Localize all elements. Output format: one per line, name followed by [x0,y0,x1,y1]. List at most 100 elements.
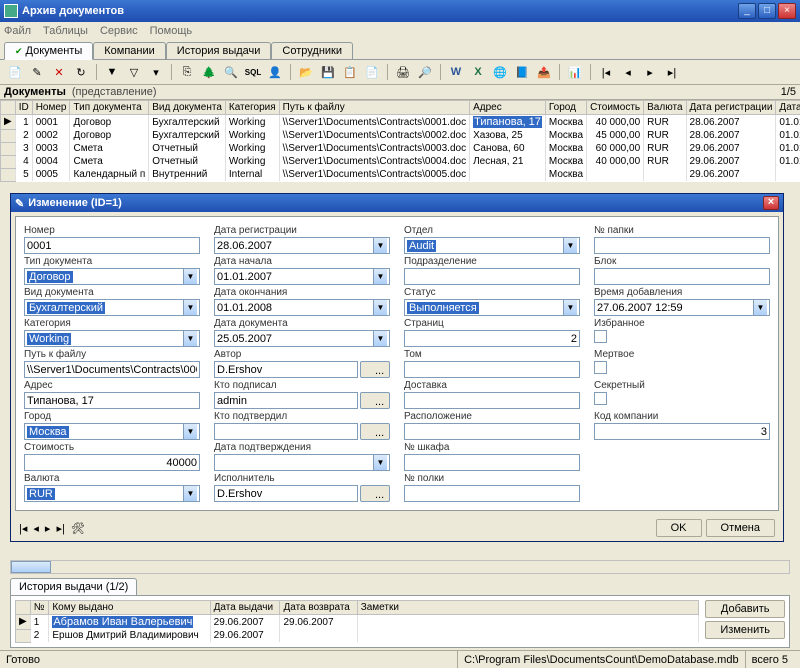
excel-icon[interactable]: X [469,63,487,81]
preview-icon[interactable]: 🔎 [416,63,434,81]
polka-input[interactable] [404,485,580,502]
col-header[interactable]: Стоимость [587,101,644,115]
tab-history[interactable]: История выдачи [166,42,272,59]
type-select[interactable]: Договор▼ [24,268,200,285]
nav-first-icon[interactable]: |◂ [19,522,27,535]
block-input[interactable] [594,268,770,285]
ok-button[interactable]: OK [656,519,702,537]
refresh-icon[interactable]: ↻ [72,63,90,81]
prev-icon[interactable]: ◂ [619,63,637,81]
hist-col[interactable]: Кому выдано [49,601,210,615]
col-header[interactable]: Валюта [644,101,686,115]
table-row[interactable]: 30003СметаОтчетныйWorking\\Server1\Docum… [1,142,800,155]
col-header[interactable]: Номер [32,101,70,115]
nav-last-icon[interactable]: ▸| [56,522,64,535]
delete-icon[interactable]: ✕ [50,63,68,81]
dropdown-icon[interactable]: ▼ [183,424,197,439]
nav-prev-icon[interactable]: ◂ [33,522,39,535]
menu-help[interactable]: Помощь [150,25,193,37]
status-select[interactable]: Выполняется▼ [404,299,580,316]
word-icon[interactable]: W [447,63,465,81]
reg-select[interactable]: 28.06.2007▼ [214,237,390,254]
menu-file[interactable]: Файл [4,25,31,37]
table-row[interactable]: ▶10001ДоговорБухгалтерскийWorking\\Serve… [1,115,800,130]
nav-next-icon[interactable]: ▸ [45,522,51,535]
cost-input[interactable] [24,454,200,471]
secret-checkbox[interactable] [594,392,607,405]
edit-button[interactable]: Изменить [705,621,785,639]
hist-col[interactable]: Заметки [357,601,699,615]
dropdown-icon[interactable]: ▼ [563,300,577,315]
location-input[interactable] [404,423,580,440]
copy2-icon[interactable]: 📋 [341,63,359,81]
col-header[interactable]: Категория [225,101,279,115]
col-header[interactable]: Адрес [470,101,546,115]
dialog-close-icon[interactable]: × [763,196,779,210]
edit-icon[interactable]: ✎ [28,63,46,81]
hist-col[interactable]: Дата возврата [280,601,357,615]
dropdown-icon[interactable]: ▼ [373,269,387,284]
export-icon[interactable]: 📤 [535,63,553,81]
close-button[interactable]: × [778,3,796,19]
delivery-input[interactable] [404,392,580,409]
last-icon[interactable]: ▸| [663,63,681,81]
user-icon[interactable]: 👤 [266,63,284,81]
dropdown-icon[interactable]: ▼ [183,269,197,284]
hscrollbar[interactable] [10,560,790,574]
history-row[interactable]: 2Ершов Дмитрий Владимирович29.06.2007 [16,629,699,642]
author-input[interactable] [214,361,358,378]
col-header[interactable]: Город [545,101,586,115]
nav-tools-icon[interactable]: 🛠 [71,522,85,535]
history-tab[interactable]: История выдачи (1/2) [10,578,137,595]
tom-input[interactable] [404,361,580,378]
dropdown-icon[interactable]: ▼ [373,238,387,253]
documents-grid[interactable]: IDНомерТип документаВид документаКатегор… [0,100,800,182]
table-row[interactable]: 40004СметаОтчетныйWorking\\Server1\Docum… [1,155,800,168]
add-button[interactable]: Добавить [705,600,785,618]
table-row[interactable]: 20002ДоговорБухгалтерскийWorking\\Server… [1,129,800,142]
dropdown-icon[interactable]: ▼ [753,300,767,315]
new-icon[interactable]: 📄 [6,63,24,81]
dead-checkbox[interactable] [594,361,607,374]
confdate-select[interactable]: ▼ [214,454,390,471]
addr-input[interactable] [24,392,200,409]
kind-select[interactable]: Бухгалтерский▼ [24,299,200,316]
col-header[interactable]: Путь к файлу [279,101,469,115]
shelf-input[interactable] [404,454,580,471]
author-browse-button[interactable]: ... [360,361,390,378]
signed-browse-button[interactable]: ... [360,392,390,409]
tab-employees[interactable]: Сотрудники [271,42,353,59]
tab-companies[interactable]: Компании [93,42,166,59]
filter2-icon[interactable]: ▽ [125,63,143,81]
copy-icon[interactable]: ⎘ [178,63,196,81]
col-header[interactable]: Тип документа [70,101,149,115]
dropdown-icon[interactable]: ▼ [373,455,387,470]
exec-browse-button[interactable]: ... [360,485,390,502]
history-grid[interactable]: №Кому выданоДата выдачиДата возвратаЗаме… [15,600,699,643]
save-icon[interactable]: 💾 [319,63,337,81]
dropdown-icon[interactable]: ▼ [373,331,387,346]
html-icon[interactable]: 🌐 [491,63,509,81]
exec-input[interactable] [214,485,358,502]
first-icon[interactable]: |◂ [597,63,615,81]
cancel-button[interactable]: Отмена [706,519,775,537]
end-select[interactable]: 01.01.2008▼ [214,299,390,316]
pages-input[interactable] [404,330,580,347]
tab-documents[interactable]: Документы [4,42,93,60]
cat-select[interactable]: Working▼ [24,330,200,347]
dropdown-icon[interactable]: ▼ [183,331,197,346]
table-row[interactable]: 50005Календарный пВнутреннийInternal\\Se… [1,168,800,181]
docdate-select[interactable]: 25.05.2007▼ [214,330,390,347]
open-icon[interactable]: 📂 [297,63,315,81]
menu-service[interactable]: Сервис [100,25,138,37]
filter-icon[interactable]: ▼ [103,63,121,81]
minimize-button[interactable]: _ [738,3,756,19]
company-input[interactable] [594,423,770,440]
col-header[interactable]: ID [15,101,32,115]
dept-select[interactable]: Audit▼ [404,237,580,254]
dropdown-icon[interactable]: ▼ [563,238,577,253]
dropdown-icon[interactable]: ▼ [373,300,387,315]
signed-input[interactable] [214,392,358,409]
confirm-browse-button[interactable]: ... [360,423,390,440]
col-header[interactable]: Дата регистрации [686,101,776,115]
